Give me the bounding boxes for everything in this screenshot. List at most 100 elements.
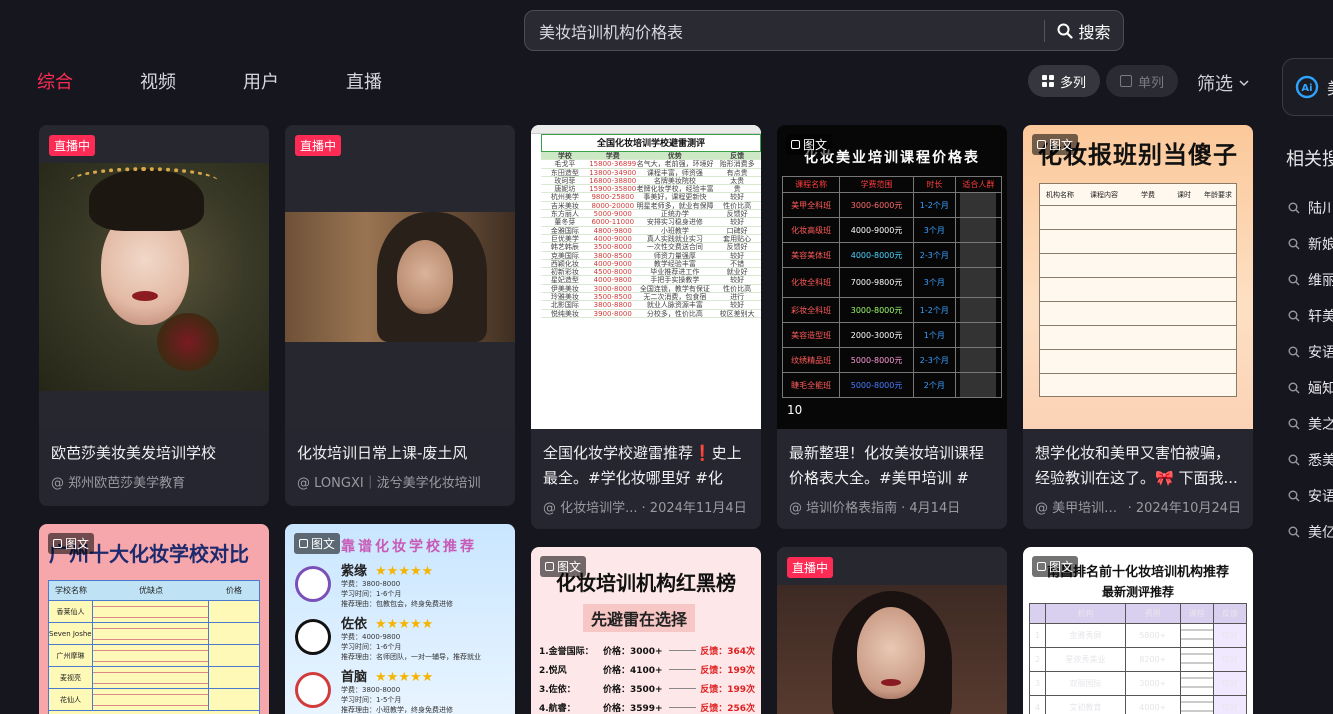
result-card[interactable]: 直播中 化妆培训日常上课-废土风 @ LONGXI｜泷兮美学化妆培训: [285, 125, 515, 506]
card-meta: @ LONGXI｜泷兮美学化妆培训: [285, 472, 515, 491]
related-search-item[interactable]: 陆川: [1288, 190, 1333, 226]
result-card[interactable]: 图文 靠谱化妆学校推荐 紫缘 ★★★★★ 学费：3800-8000 学习时间：1-6个…: [285, 524, 515, 714]
ranking-row: 1.金誉国际： 价格：3000+ 反馈：364次: [539, 647, 755, 657]
card-author[interactable]: @ 郑州欧芭莎美学教育: [51, 472, 185, 491]
rating-stars-icon: ★★★★★: [375, 617, 434, 632]
portrait-image: [777, 585, 1007, 714]
price-table-row: 化妆高级班 4000-9000元 3个月: [781, 217, 1003, 243]
search-button-label: 搜索: [1078, 22, 1111, 42]
result-tabs: 综合 视频 用户 直播: [37, 68, 449, 94]
multi-column-button[interactable]: 多列: [1028, 65, 1101, 97]
school-logo-icon: [295, 566, 331, 602]
result-card[interactable]: 全国化妆培训学校避雷测评 学校 学费 优势 反馈 毛戈平 15800-36899 名气大，…: [531, 125, 761, 529]
related-search-item[interactable]: 美之: [1288, 406, 1333, 442]
search-icon: [1288, 274, 1300, 286]
image-icon: [299, 539, 308, 548]
ranking-row: 3.佐依： 价格：3500+ 反馈：199次: [539, 685, 755, 695]
card-date: · 2024年11月4日: [641, 501, 747, 516]
sheet-row: 吉米美妆 8000-20000 明星老师多，就业有保障 性价比高: [541, 202, 761, 211]
result-card[interactable]: 图文 广州十大化妆学校对比 学校名称 优缺点 价格 香莱仙人 Seven Josh…: [39, 524, 269, 714]
tab-users[interactable]: 用户: [243, 68, 279, 94]
card-author[interactable]: @ 化妆培训学...: [543, 497, 638, 516]
image-post-badge: 图文: [1032, 134, 1079, 155]
comparison-row: Seven Joshen: [49, 623, 259, 645]
svg-text:Ai: Ai: [1301, 83, 1312, 94]
school-detail: 推荐理由：包教包会，终身免费进修: [341, 600, 453, 608]
card-title: 想学化妆和美甲又害怕被骗，经验教训在这了。🎀 下面我...: [1035, 444, 1238, 487]
single-column-label: 单列: [1138, 75, 1165, 91]
sheet-row: 玫珂菲 16800-38800 名牌美妆院校 太贵: [541, 177, 761, 186]
school-name: 首脑 ★★★★★: [341, 670, 434, 685]
card-author[interactable]: @ 培训价格表指南: [789, 497, 897, 516]
card-thumbnail: 图文 南昌排名前十化妆培训机构推荐 最新测评推荐 机构 费用 课程 反馈 1 金雅…: [1023, 547, 1253, 714]
related-search-item[interactable]: 婳知: [1288, 370, 1333, 406]
live-badge: 直播中: [49, 135, 96, 156]
card-thumbnail: 图文 化妆培训机构红黑榜 先避雷在选择 1.金誉国际： 价格：3000+ 反馈：36…: [531, 547, 761, 714]
image-icon: [53, 539, 62, 548]
image-post-badge: 图文: [48, 533, 95, 554]
comparison-row: 花仙人: [49, 689, 259, 711]
ai-search-box[interactable]: Ai 美: [1282, 58, 1333, 116]
search-icon: [1288, 490, 1300, 502]
related-search-item[interactable]: 新娘: [1288, 226, 1333, 262]
rating-stars-icon: ★★★★★: [375, 670, 434, 685]
ranking-rows: 1.金誉国际： 价格：3000+ 反馈：364次 2.悦风 价格：4100+ 反馈：199…: [539, 641, 755, 714]
recommend-item: 紫缘 ★★★★★ 学费：3800-8000 学习时间：1-6个月 推荐理由：包教包会，终…: [295, 560, 505, 613]
related-search-item[interactable]: 轩美: [1288, 298, 1333, 334]
price-table-row: 睫毛全能班 5000-8000元 2个月: [781, 372, 1003, 398]
chevron-down-icon: [1239, 80, 1249, 87]
related-search-item[interactable]: 悉美: [1288, 442, 1333, 478]
card-title: 化妆培训日常上课-废土风: [297, 444, 468, 462]
tab-live[interactable]: 直播: [346, 68, 382, 94]
related-search-item[interactable]: 安语: [1288, 478, 1333, 514]
sheet-row: 玲雅美妆 3500-8500 无二次消费，包食宿 进行: [541, 293, 761, 302]
sheet-row: 北影国际 3800-8800 就业人脉资源丰富 较好: [541, 301, 761, 310]
image-post-badge: 图文: [786, 134, 833, 155]
sheet-row: 杭州美学 9800-25800 事美好，课程更新快 较好: [541, 193, 761, 202]
poster-footer: 10: [787, 403, 803, 417]
card-date: · 4月14日: [901, 501, 961, 516]
related-search-text: 安语: [1308, 489, 1333, 505]
card-author[interactable]: @ LONGXI｜泷兮美学化妆培训: [297, 472, 481, 491]
price-table-header: 课程名称 学费范围 时长 适合人群: [781, 176, 1003, 193]
sheet-row: 克美国际 3800-8500 师资力量强厚 较好: [541, 252, 761, 260]
related-search-text: 维丽: [1308, 273, 1333, 289]
sheet-header: 学校 学费 优势 反馈: [541, 152, 761, 161]
search-button[interactable]: 搜索: [1045, 11, 1123, 50]
poster-table: 机构名称 课程内容 学费 课时 年龄要求: [1039, 183, 1237, 397]
related-search-item[interactable]: 维丽: [1288, 262, 1333, 298]
result-card[interactable]: 图文 化妆培训机构红黑榜 先避雷在选择 1.金誉国际： 价格：3000+ 反馈：36…: [531, 547, 761, 714]
tab-video[interactable]: 视频: [140, 68, 176, 94]
live-badge: 直播中: [295, 135, 342, 156]
recommend-item: 首脑 ★★★★★ 学费：3800-8000 学习时间：1-5个月 推荐理由：小班教学，终…: [295, 666, 505, 714]
sheet-row: 东田造型 13800-34900 课程丰富，师资强 有点贵: [541, 169, 761, 177]
comparison-row: 香莱仙人: [49, 601, 259, 623]
result-card[interactable]: 图文 化妆报班别当傻子 机构名称 课程内容 学费 课时 年龄要求 想学化妆和美甲…: [1023, 125, 1253, 529]
related-search-item[interactable]: 安语: [1288, 334, 1333, 370]
price-table-row: 彩妆全科班 3000-8000元 1-2个月: [781, 297, 1003, 323]
school-logo-icon: [295, 672, 331, 708]
school-detail: 学习时间：1-5个月: [341, 696, 402, 704]
result-card[interactable]: 直播中: [777, 547, 1007, 714]
price-table-row: 纹绣精品班 5000-8000元 2-3个月: [781, 347, 1003, 373]
related-search-text: 安语: [1308, 345, 1333, 361]
card-author[interactable]: @ 美甲培训机...: [1035, 497, 1124, 516]
card-meta: @ 化妆培训学... · 2024年11月4日: [531, 497, 761, 516]
sheet-row: 西颖化妆 4000-9000 教学经验丰富 不错: [541, 260, 761, 269]
result-card[interactable]: 图文 南昌排名前十化妆培训机构推荐 最新测评推荐 机构 费用 课程 反馈 1 金雅…: [1023, 547, 1253, 714]
related-search-text: 婳知: [1308, 381, 1333, 397]
rating-stars-icon: ★★★★★: [375, 564, 434, 579]
portrait-image: [39, 163, 269, 391]
search-input[interactable]: [525, 11, 1044, 50]
filter-label: 筛选: [1197, 74, 1233, 95]
filter-button[interactable]: 筛选: [1197, 70, 1249, 96]
sheet-row: 唐妮坊 15900-35800 老牌化妆学校，经验丰富贵: [541, 185, 761, 194]
image-icon: [1037, 140, 1046, 149]
tab-all[interactable]: 综合: [37, 68, 73, 94]
card-meta: @ 美甲培训机... · 2024年10月24日: [1023, 497, 1253, 516]
related-search-item[interactable]: 美亿: [1288, 514, 1333, 550]
result-card[interactable]: 直播中 欧芭莎美妆美发培训学校 @ 郑州欧芭莎美学教育: [39, 125, 269, 506]
result-card[interactable]: 图文 化妆美业培训课程价格表 课程名称 学费范围 时长 适合人群 美甲全科班 30…: [777, 125, 1007, 529]
single-column-button[interactable]: 单列: [1106, 65, 1179, 97]
card-meta: @ 郑州欧芭莎美学教育: [39, 472, 269, 491]
